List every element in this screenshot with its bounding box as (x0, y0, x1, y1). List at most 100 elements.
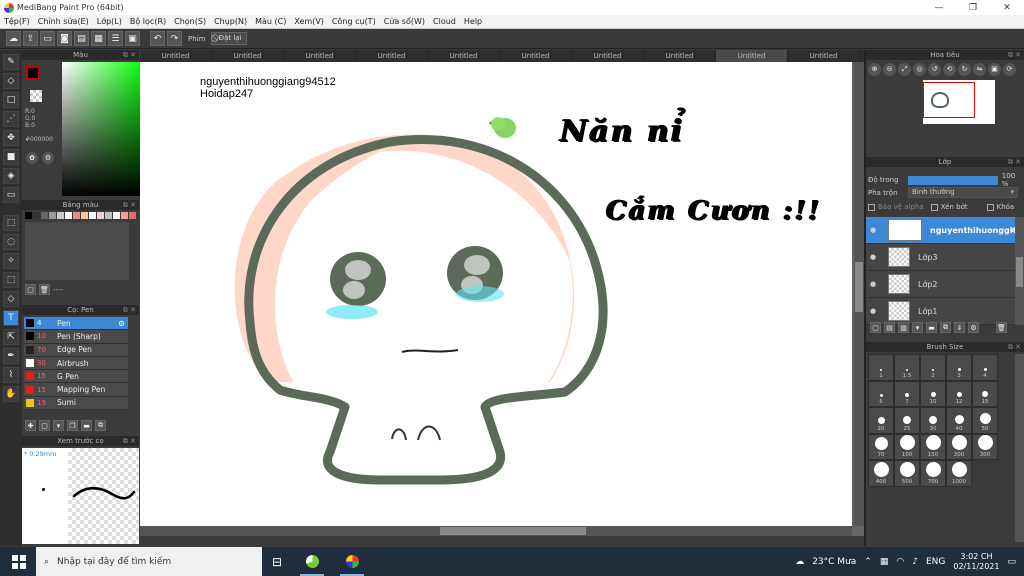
brush-size-cell[interactable]: 5 (868, 380, 894, 407)
new-palette-icon[interactable]: ▢ (25, 284, 36, 295)
tray-chevron-icon[interactable]: ⌃ (864, 557, 872, 567)
clipping-checkbox[interactable] (930, 203, 938, 211)
new-halftone-layer-icon[interactable]: ▤ (884, 322, 895, 333)
reset-button[interactable]: ⃠ Đặt lại (211, 32, 247, 45)
move-tool-icon[interactable]: ✥ (3, 130, 19, 146)
layer-item[interactable]: ●nguyenthihuonggi✽ (866, 217, 1024, 244)
menu-file[interactable]: Tệp(F) (0, 17, 34, 26)
brush-size-cell[interactable]: 1 (868, 354, 894, 381)
brush-tool-icon[interactable]: ✎ (3, 54, 19, 70)
brush-size-scrollbar[interactable] (1015, 354, 1024, 542)
tab-untitled[interactable]: Untitled (284, 50, 356, 62)
rotate-right-icon[interactable]: ↻ (958, 63, 971, 76)
palette-swatch[interactable] (129, 212, 136, 219)
cloud-icon[interactable]: ☁ (6, 31, 21, 46)
duplicate-layer-icon[interactable]: ⧉ (940, 322, 951, 333)
brush-size-cell[interactable]: 50 (972, 407, 998, 434)
eyedropper-tool-icon[interactable]: ⌇ (3, 367, 19, 383)
network-icon[interactable]: ▦ (880, 557, 889, 567)
brush-settings-icon[interactable]: ⚙ (118, 319, 125, 328)
brush-size-cell[interactable]: 70 (868, 433, 894, 460)
drawing-canvas[interactable]: nguyenthihuonggiang94512 Hoidap247 Năn n… (140, 62, 852, 526)
brush-item[interactable]: 19 Sumi (24, 396, 128, 411)
brush-size-cell[interactable]: 25 (894, 407, 920, 434)
tab-untitled[interactable]: Untitled (788, 50, 860, 62)
palette-swatch[interactable] (121, 212, 128, 219)
zoom-out-icon[interactable]: ⊖ (883, 63, 896, 76)
palette-swatch[interactable] (89, 212, 96, 219)
brush-item[interactable]: 15 G Pen (24, 370, 128, 384)
brush-size-cell[interactable]: 1.5 (894, 354, 920, 381)
fill-rect-tool-icon[interactable]: ■ (3, 149, 19, 165)
select-pen-tool-icon[interactable]: ⬚ (3, 272, 19, 288)
brush-size-cell[interactable]: 12 (946, 380, 972, 407)
hand-tool-icon[interactable]: ✋ (3, 386, 19, 402)
chat-icon[interactable]: ▭ (40, 31, 55, 46)
menu-select[interactable]: Chọn(S) (170, 17, 210, 26)
layer-item[interactable]: ● Lớp1 (866, 298, 1024, 325)
select-tool-icon[interactable]: ⬚ (3, 215, 19, 231)
brush-size-cell[interactable]: 100 (894, 433, 920, 460)
merge-layer-icon[interactable]: ⇓ (954, 322, 965, 333)
rotate-reset-icon[interactable]: ⟲ (943, 63, 956, 76)
brush-size-cell[interactable]: 20 (868, 407, 894, 434)
menu-cloud[interactable]: Cloud (429, 17, 460, 26)
brush-size-cell[interactable]: 1000 (946, 460, 972, 487)
folder-layer-icon[interactable]: ▬ (926, 322, 937, 333)
delete-layer-icon[interactable]: 🗑 (996, 322, 1007, 333)
brush-menu-icon[interactable]: ▾ (53, 420, 64, 431)
zoom-in-icon[interactable]: ⊕ (868, 63, 881, 76)
gradient-tool-icon[interactable]: ▭ (3, 187, 19, 203)
palette-swatch[interactable] (81, 212, 88, 219)
eraser-tool-icon[interactable]: ◇ (3, 73, 19, 89)
brush-size-cell[interactable]: 150 (920, 433, 946, 460)
notifications-icon[interactable]: ▭ (1007, 557, 1016, 567)
redo-icon[interactable]: ↷ (167, 31, 182, 46)
vertical-scroll-thumb[interactable] (855, 262, 863, 312)
brush-item[interactable]: 15 Mapping Pen (24, 383, 128, 397)
windows-start-icon[interactable] (12, 554, 26, 569)
menu-filter[interactable]: Bộ lọc(R) (126, 17, 170, 26)
menu-help[interactable]: Help (460, 17, 486, 26)
brush-size-cell[interactable]: 2 (920, 354, 946, 381)
transparent-color-swatch[interactable] (30, 90, 42, 102)
layer-item[interactable]: ● Lớp3 (866, 244, 1024, 271)
palette-swatch[interactable] (33, 212, 40, 219)
palette-swatch[interactable] (41, 212, 48, 219)
undo-icon[interactable]: ↶ (150, 31, 165, 46)
brush-size-cell[interactable]: 400 (868, 460, 894, 487)
new-brush-icon[interactable]: ▢ (39, 420, 50, 431)
lock-checkbox[interactable] (986, 203, 994, 211)
brush-size-cell[interactable]: 200 (946, 433, 972, 460)
bucket-tool-icon[interactable]: ◈ (3, 168, 19, 184)
lasso-tool-icon[interactable]: ◌ (3, 234, 19, 250)
new-8bit-layer-icon[interactable]: ▥ (898, 322, 909, 333)
maximize-button[interactable]: ❐ (956, 3, 990, 13)
horizontal-scroll-thumb[interactable] (440, 527, 586, 535)
foreground-color-swatch[interactable] (26, 66, 40, 80)
taskbar-app-medibang[interactable] (332, 547, 372, 576)
brush-size-cell[interactable]: 15 (972, 380, 998, 407)
minimize-button[interactable]: — (922, 3, 956, 13)
visibility-eye-icon[interactable]: ● (866, 253, 880, 261)
layer-item[interactable]: ● Lớp2 (866, 271, 1024, 298)
opacity-slider[interactable] (907, 175, 998, 185)
tab-untitled[interactable]: Untitled (140, 50, 212, 62)
copy-brush-icon[interactable]: ❐ (67, 420, 78, 431)
pen-tool-icon[interactable]: ✒ (3, 348, 19, 364)
color-wheel-icon[interactable]: ✿ (26, 152, 38, 164)
menu-layer[interactable]: Lớp(L) (93, 17, 126, 26)
wifi-icon[interactable]: ◠ (896, 557, 904, 567)
taskbar-app-lightshot[interactable] (292, 547, 332, 576)
brush-size-cell[interactable]: 10 (920, 380, 946, 407)
blend-mode-select[interactable]: Bình thường (908, 187, 1018, 198)
duplicate-icon[interactable]: ⧉ (95, 420, 106, 431)
operation-tool-icon[interactable]: ⇱ (3, 329, 19, 345)
brush-size-cell[interactable]: 300 (972, 433, 998, 460)
menu-color[interactable]: Màu (C) (251, 17, 290, 26)
dot-tool-icon[interactable]: ⋰ (3, 111, 19, 127)
select-eraser-tool-icon[interactable]: ◇ (3, 291, 19, 307)
panel-icon[interactable]: ▣ (125, 31, 140, 46)
tab-untitled[interactable]: Untitled (572, 50, 644, 62)
grid-icon[interactable]: ▦ (91, 31, 106, 46)
